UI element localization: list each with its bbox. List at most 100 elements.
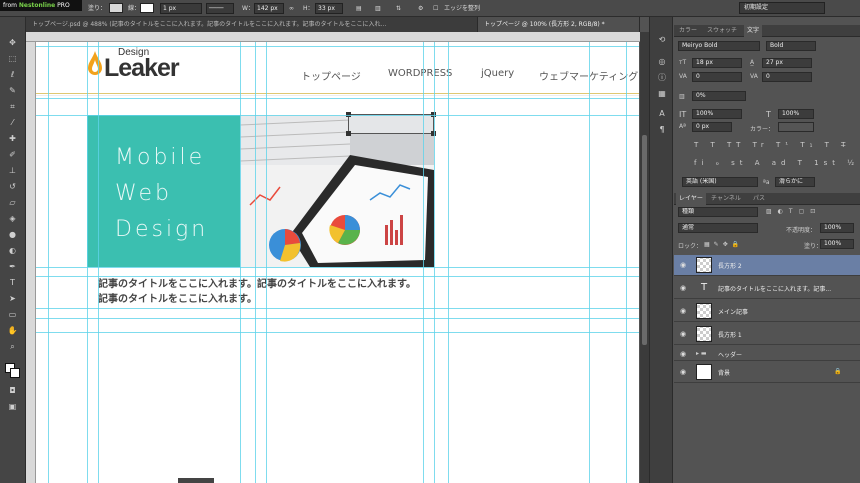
hero-line: Design (115, 217, 209, 242)
workspace-dropdown[interactable]: 初期設定 (739, 2, 825, 14)
quick-mask-icon[interactable]: ◘ (6, 385, 19, 396)
lasso-tool-icon[interactable]: ℓ (6, 69, 19, 80)
layer-group-row[interactable]: ◉ ▸ ▬ ヘッダー (674, 347, 860, 361)
fill-swatch[interactable] (109, 3, 123, 13)
bucket-tool-icon[interactable]: ◈ (6, 213, 19, 224)
zoom-tool-icon[interactable]: ⌕ (6, 341, 19, 352)
visibility-eye-icon[interactable]: ◉ (680, 307, 688, 315)
crop-tool-icon[interactable]: ⌗ (6, 101, 19, 112)
history-icon[interactable]: ⟲ (656, 35, 668, 45)
layer-row[interactable]: ◉ メイン記事 (674, 301, 860, 322)
properties-icon[interactable]: ▦ (656, 89, 668, 99)
group-expand-icon[interactable]: ▸ ▬ (696, 350, 707, 357)
eyedropper-tool-icon[interactable]: ⁄ (6, 117, 19, 128)
document-canvas[interactable]: Design Leaker トップページ WORDPRESS jQuery ウェ… (36, 42, 639, 483)
tab-swatches[interactable]: スウォッチ (704, 25, 740, 37)
stroke-type-dropdown[interactable]: ──── (206, 3, 234, 14)
horizontal-ruler (26, 32, 640, 42)
visibility-eye-icon[interactable]: ◉ (680, 368, 688, 376)
align-edges-checkbox[interactable]: ☐ (433, 3, 438, 14)
article-title: 記事のタイトルをここに入れます。記事のタイトルをここに入れます。記事のタイトルを… (98, 279, 416, 305)
hand-tool-icon[interactable]: ✋ (6, 325, 19, 336)
antialias-dropdown[interactable]: 滑らかに (775, 177, 815, 187)
leading-field[interactable]: 27 px (762, 58, 812, 68)
visibility-eye-icon[interactable]: ◉ (680, 330, 688, 338)
tracking-field[interactable]: 0 (762, 72, 812, 82)
horizontal-scale-field[interactable]: 100% (778, 109, 814, 119)
stroke-swatch[interactable] (140, 3, 154, 13)
font-size-field[interactable]: 18 px (692, 58, 742, 68)
tab-document-1[interactable]: トップページ.psd @ 488% (記事のタイトルをここに入れます。記事のタイ… (26, 17, 478, 32)
blur-tool-icon[interactable]: ● (6, 229, 19, 240)
info-icon[interactable]: ⓘ (656, 73, 668, 83)
tab-layers[interactable]: レイヤー (676, 193, 706, 205)
dodge-tool-icon[interactable]: ◐ (6, 245, 19, 256)
pen-tool-icon[interactable]: ✒ (6, 261, 19, 272)
eraser-tool-icon[interactable]: ▱ (6, 197, 19, 208)
selected-rectangle[interactable] (346, 112, 436, 136)
path-alignment-icon[interactable]: ▥ (375, 3, 381, 14)
tsume-field[interactable]: 0% (692, 91, 746, 101)
baseline-field[interactable]: 0 px (692, 122, 732, 132)
paragraph-panel-icon[interactable]: ¶ (656, 125, 668, 135)
tab-document-2[interactable]: トップページ @ 100% (長方形 2, RGB/8) * (478, 17, 640, 32)
tab-color[interactable]: カラー (676, 25, 700, 37)
width-field[interactable]: 142 px (254, 3, 284, 14)
scrollbar-thumb[interactable] (642, 135, 647, 345)
quick-select-tool-icon[interactable]: ✎ (6, 85, 19, 96)
layer-row[interactable]: ◉ 長方形 2 (674, 255, 860, 276)
move-tool-icon[interactable]: ✥ (6, 37, 19, 48)
nav-item-top[interactable]: トップページ (301, 68, 361, 83)
background-color-icon[interactable] (10, 368, 20, 378)
nav-item-jquery[interactable]: jQuery (481, 68, 514, 79)
tab-character[interactable]: 文字 (744, 25, 763, 37)
font-style-dropdown[interactable]: Bold (766, 41, 816, 51)
hero-line: Mobile (115, 145, 206, 170)
stamp-tool-icon[interactable]: ⊥ (6, 165, 19, 176)
tab-paths[interactable]: パス (750, 193, 768, 205)
height-field[interactable]: 33 px (315, 3, 343, 14)
visibility-eye-icon[interactable]: ◉ (680, 350, 688, 358)
color-swatch[interactable] (778, 122, 814, 132)
lock-icons[interactable]: ▦✎✥🔒 (704, 241, 743, 248)
vertical-scale-field[interactable]: 100% (692, 109, 742, 119)
link-icon[interactable]: ∞ (289, 3, 294, 14)
fill-field[interactable]: 100% (820, 239, 854, 249)
stroke-width-field[interactable]: 1 px (160, 3, 202, 14)
visibility-eye-icon[interactable]: ◉ (680, 284, 688, 292)
rectangle-tool-icon[interactable]: ▭ (6, 309, 19, 320)
gear-icon[interactable]: ⚙ (418, 3, 423, 14)
path-select-tool-icon[interactable]: ➤ (6, 293, 19, 304)
screen-mode-icon[interactable]: ▣ (6, 401, 19, 412)
tab-channels[interactable]: チャンネル (708, 193, 744, 205)
marquee-tool-icon[interactable]: ⬚ (6, 53, 19, 64)
opacity-field[interactable]: 100% (820, 223, 854, 233)
history-brush-icon[interactable]: ↺ (6, 181, 19, 192)
type-tool-icon[interactable]: T (6, 277, 19, 288)
font-family-dropdown[interactable]: Meiryo Bold (678, 41, 760, 51)
visibility-eye-icon[interactable]: ◉ (680, 261, 688, 269)
opentype-buttons[interactable]: fi ℴ st A ad T 1st ½ (694, 159, 859, 167)
opacity-label: 不透明度： (786, 227, 817, 234)
layer-filter-icons[interactable]: ▨◐T▢⊡ (766, 208, 821, 215)
kerning-field[interactable]: 0 (692, 72, 742, 82)
header-divider (36, 93, 639, 94)
layer-row[interactable]: ◉ T 記事のタイトルをここに入れます。記事... (674, 278, 860, 299)
language-dropdown[interactable]: 英語 (米国) (682, 177, 758, 187)
layer-name: ヘッダー (718, 352, 743, 359)
healing-tool-icon[interactable]: ✚ (6, 133, 19, 144)
layer-row[interactable]: ◉ 長方形 1 (674, 324, 860, 345)
align-edges-label: エッジを整列 (444, 5, 481, 12)
blend-mode-dropdown[interactable]: 通常 (678, 223, 758, 233)
layer-name: 記事のタイトルをここに入れます。記事... (718, 286, 832, 293)
character-panel-icon[interactable]: A (656, 109, 668, 119)
adjustments-icon[interactable]: ◎ (656, 57, 668, 67)
brush-tool-icon[interactable]: ✐ (6, 149, 19, 160)
nav-item-wordpress[interactable]: WORDPRESS (388, 68, 452, 79)
path-operations-icon[interactable]: ▤ (356, 3, 362, 14)
layer-filter-dropdown[interactable]: 種類 (678, 207, 758, 217)
type-style-buttons[interactable]: T T TT Tr T¹ T₁ T T̶ (694, 141, 850, 149)
path-arrange-icon[interactable]: ⇅ (396, 3, 401, 14)
layer-row[interactable]: ◉ 背景 🔒 (674, 362, 860, 383)
layer-thumbnail (696, 326, 712, 342)
